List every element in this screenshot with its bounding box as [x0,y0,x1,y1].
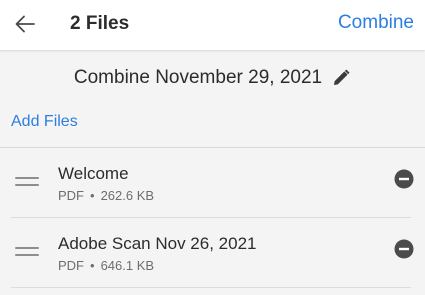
file-type: PDF [58,258,84,273]
file-name: Welcome [58,164,129,183]
row-divider [11,287,411,288]
file-name: Adobe Scan Nov 26, 2021 [58,234,257,253]
meta-separator: • [90,188,95,203]
document-name[interactable]: Combine November 29, 2021 [74,67,322,89]
file-size: 646.1 KB [100,258,155,273]
arrow-left-icon [15,15,35,33]
minus-circle-icon [394,169,414,189]
add-files-button[interactable]: Add Files [11,113,78,131]
file-type: PDF [58,188,84,203]
remove-file-button[interactable] [394,169,414,189]
file-size: 262.6 KB [100,188,155,203]
minus-circle-icon [394,239,414,259]
file-list-item[interactable]: Welcome PDF • 262.6 KB [0,148,425,218]
drag-handle-icon[interactable] [15,175,39,187]
file-meta: PDF • 646.1 KB [58,258,154,273]
edit-name-button[interactable] [331,68,351,88]
meta-separator: • [90,258,95,273]
remove-file-button[interactable] [394,239,414,259]
file-list-item[interactable]: Adobe Scan Nov 26, 2021 PDF • 646.1 KB [0,218,425,288]
top-app-bar: 2 Files Combine [0,0,425,50]
page-title: 2 Files [70,13,130,34]
document-name-row: Combine November 29, 2021 [0,64,425,92]
back-button[interactable] [10,9,40,39]
file-meta: PDF • 262.6 KB [58,188,154,203]
combine-button[interactable]: Combine [338,12,414,34]
drag-handle-icon[interactable] [15,245,39,257]
pencil-icon [334,69,350,85]
